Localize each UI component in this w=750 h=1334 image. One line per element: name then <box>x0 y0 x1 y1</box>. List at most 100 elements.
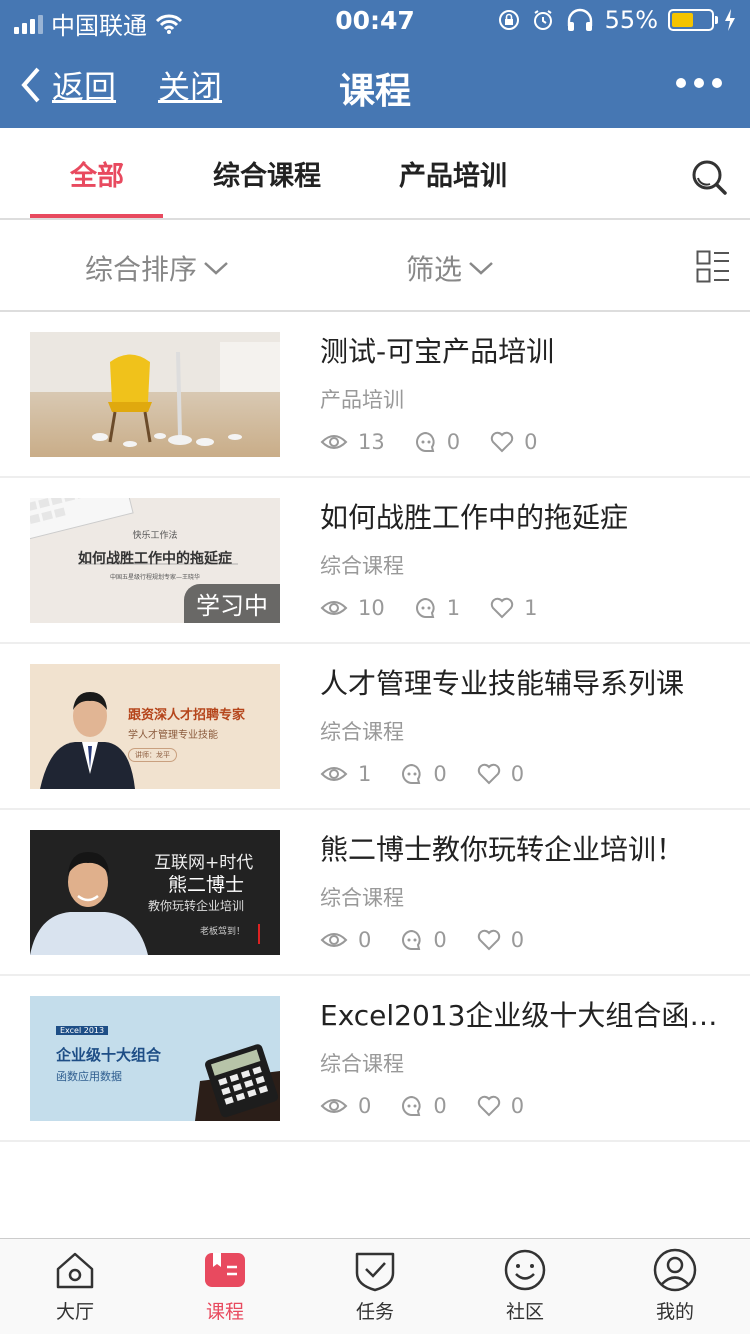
course-item[interactable]: 快乐工作法 如何战胜工作中的拖延症 中国五星级行程规划专家—王晓华 学习中 如何… <box>0 478 750 644</box>
course-item[interactable]: Excel 2013 企业级十大组合 函数应用数据 Excel2013企业级十大… <box>0 976 750 1142</box>
comments-count: 0 <box>446 430 461 454</box>
comment-icon <box>415 431 435 452</box>
views-count: 1 <box>358 762 372 786</box>
alarm-icon <box>533 10 552 30</box>
views-stat: 10 <box>320 596 385 620</box>
list-layout-icon[interactable] <box>696 250 730 284</box>
eye-icon <box>320 1099 348 1113</box>
comments-stat: 0 <box>401 762 447 786</box>
comment-icon <box>402 1095 421 1116</box>
eye-icon <box>320 601 348 615</box>
comments-count: 1 <box>446 596 461 620</box>
course-category: 产品培训 <box>320 388 404 412</box>
course-title: 测试-可宝产品培训 <box>320 335 555 368</box>
course-category: 综合课程 <box>320 554 404 578</box>
tabbar-item-community[interactable]: 社区 <box>450 1239 600 1334</box>
comments-stat: 1 <box>415 596 460 620</box>
learning-badge: 学习中 <box>184 584 280 623</box>
tabbar-item-courses[interactable]: 课程 <box>150 1239 300 1334</box>
views-stat: 0 <box>320 928 371 952</box>
eye-icon <box>320 435 348 449</box>
thumb-caption-top: 快乐工作法 <box>132 531 178 541</box>
likes-count: 0 <box>510 1094 525 1118</box>
views-stat: 1 <box>320 762 371 786</box>
heart-icon <box>490 431 514 453</box>
likes-stat: 1 <box>490 596 537 620</box>
course-thumbnail: 快乐工作法 如何战胜工作中的拖延症 中国五星级行程规划专家—王晓华 学习中 <box>30 498 280 623</box>
battery-percent: 55% <box>604 6 658 34</box>
smile-icon <box>504 1249 546 1291</box>
tabbar-item-hall[interactable]: 大厅 <box>0 1239 150 1334</box>
course-category: 综合课程 <box>320 1052 404 1076</box>
views-stat: 0 <box>320 1094 371 1118</box>
thumb-caption-tag: Excel 2013 <box>56 1026 109 1035</box>
filter-dropdown[interactable]: 筛选 <box>406 248 494 288</box>
course-category: 综合课程 <box>320 886 404 910</box>
course-item[interactable]: 跟资深人才招聘专家 学人才管理专业技能 讲师：龙平 人才管理专业技能辅导系列课 … <box>0 644 750 810</box>
heart-icon <box>477 929 500 951</box>
views-stat: 13 <box>320 430 385 454</box>
tab-product-training[interactable]: 产品培训 <box>399 154 507 193</box>
views-count: 0 <box>358 928 372 952</box>
thumb-caption-sub: 函数应用数据 <box>56 1070 122 1083</box>
tab-general-courses[interactable]: 综合课程 <box>213 154 321 193</box>
chevron-down-icon <box>204 262 228 275</box>
likes-stat: 0 <box>477 1094 524 1118</box>
tabbar-item-tasks[interactable]: 任务 <box>300 1239 450 1334</box>
likes-stat: 0 <box>490 430 537 454</box>
thumb-caption-l4: 老板驾到！ <box>200 927 246 937</box>
bottom-tab-bar: 大厅 课程 任务 社区 我的 <box>0 1238 750 1334</box>
chevron-down-icon <box>469 262 493 275</box>
search-icon[interactable] <box>690 158 728 196</box>
back-button[interactable]: 返回 <box>18 62 116 108</box>
course-thumbnail: 跟资深人才招聘专家 学人才管理专业技能 讲师：龙平 <box>30 664 280 789</box>
sort-dropdown[interactable]: 综合排序 <box>85 248 229 288</box>
comments-stat: 0 <box>401 1094 447 1118</box>
comment-icon <box>402 929 421 950</box>
tab-all[interactable]: 全部 <box>70 154 124 193</box>
back-label: 返回 <box>52 68 117 106</box>
likes-count: 0 <box>510 928 525 952</box>
course-title: 熊二博士教你玩转企业培训！ <box>320 833 685 866</box>
comment-icon <box>415 597 435 618</box>
comment-icon <box>402 763 421 784</box>
comments-count: 0 <box>433 762 447 786</box>
sort-label: 综合排序 <box>85 253 198 286</box>
course-item[interactable]: 测试-可宝产品培训 产品培训 13 0 0 <box>0 312 750 478</box>
comments-stat: 0 <box>415 430 460 454</box>
thumb-caption-l2: 熊二博士 <box>168 874 245 896</box>
course-list: 测试-可宝产品培训 产品培训 13 0 0 快乐工作法 如何战胜工作中的拖延症 … <box>0 312 750 1142</box>
thumb-caption-tag: 讲师：龙平 <box>128 748 177 762</box>
thumb-caption-main: 跟资深人才招聘专家 <box>128 708 246 723</box>
eye-icon <box>320 933 348 947</box>
likes-count: 0 <box>524 430 538 454</box>
tabbar-label: 课程 <box>205 1301 244 1323</box>
rotation-lock-icon <box>498 10 519 30</box>
thumb-caption-sub: 中国五星级行程规划专家—王晓华 <box>109 574 200 581</box>
comments-count: 0 <box>433 928 447 952</box>
thumb-caption-main: 企业级十大组合 <box>56 1046 162 1064</box>
heart-icon <box>477 1095 500 1117</box>
close-button[interactable]: 关闭 <box>158 62 222 108</box>
battery-icon <box>668 9 718 31</box>
more-icon[interactable] <box>676 78 722 88</box>
filter-bar: 综合排序 筛选 <box>0 222 750 312</box>
charging-icon <box>725 9 735 31</box>
top-bar: 中国联通 00:47 55% 返回 关闭 课程 <box>0 0 750 128</box>
likes-stat: 0 <box>477 928 524 952</box>
course-item[interactable]: 互联网+时代 熊二博士 教你玩转企业培训 老板驾到！ 熊二博士教你玩转企业培训！… <box>0 810 750 976</box>
course-title: 如何战胜工作中的拖延症 <box>320 501 629 534</box>
likes-stat: 0 <box>477 762 524 786</box>
thumb-caption-sub: 学人才管理专业技能 <box>128 730 218 741</box>
course-thumbnail <box>30 332 280 457</box>
views-count: 13 <box>358 430 385 454</box>
heart-icon <box>490 597 514 619</box>
course-thumbnail: Excel 2013 企业级十大组合 函数应用数据 <box>30 996 280 1121</box>
heart-icon <box>477 763 500 785</box>
views-count: 10 <box>358 596 385 620</box>
user-icon <box>653 1248 697 1292</box>
thumb-caption-l3: 教你玩转企业培训 <box>148 899 245 913</box>
tabbar-item-mine[interactable]: 我的 <box>600 1239 750 1334</box>
home-icon <box>56 1252 94 1289</box>
thumb-caption-main: 如何战胜工作中的拖延症 <box>78 551 232 567</box>
